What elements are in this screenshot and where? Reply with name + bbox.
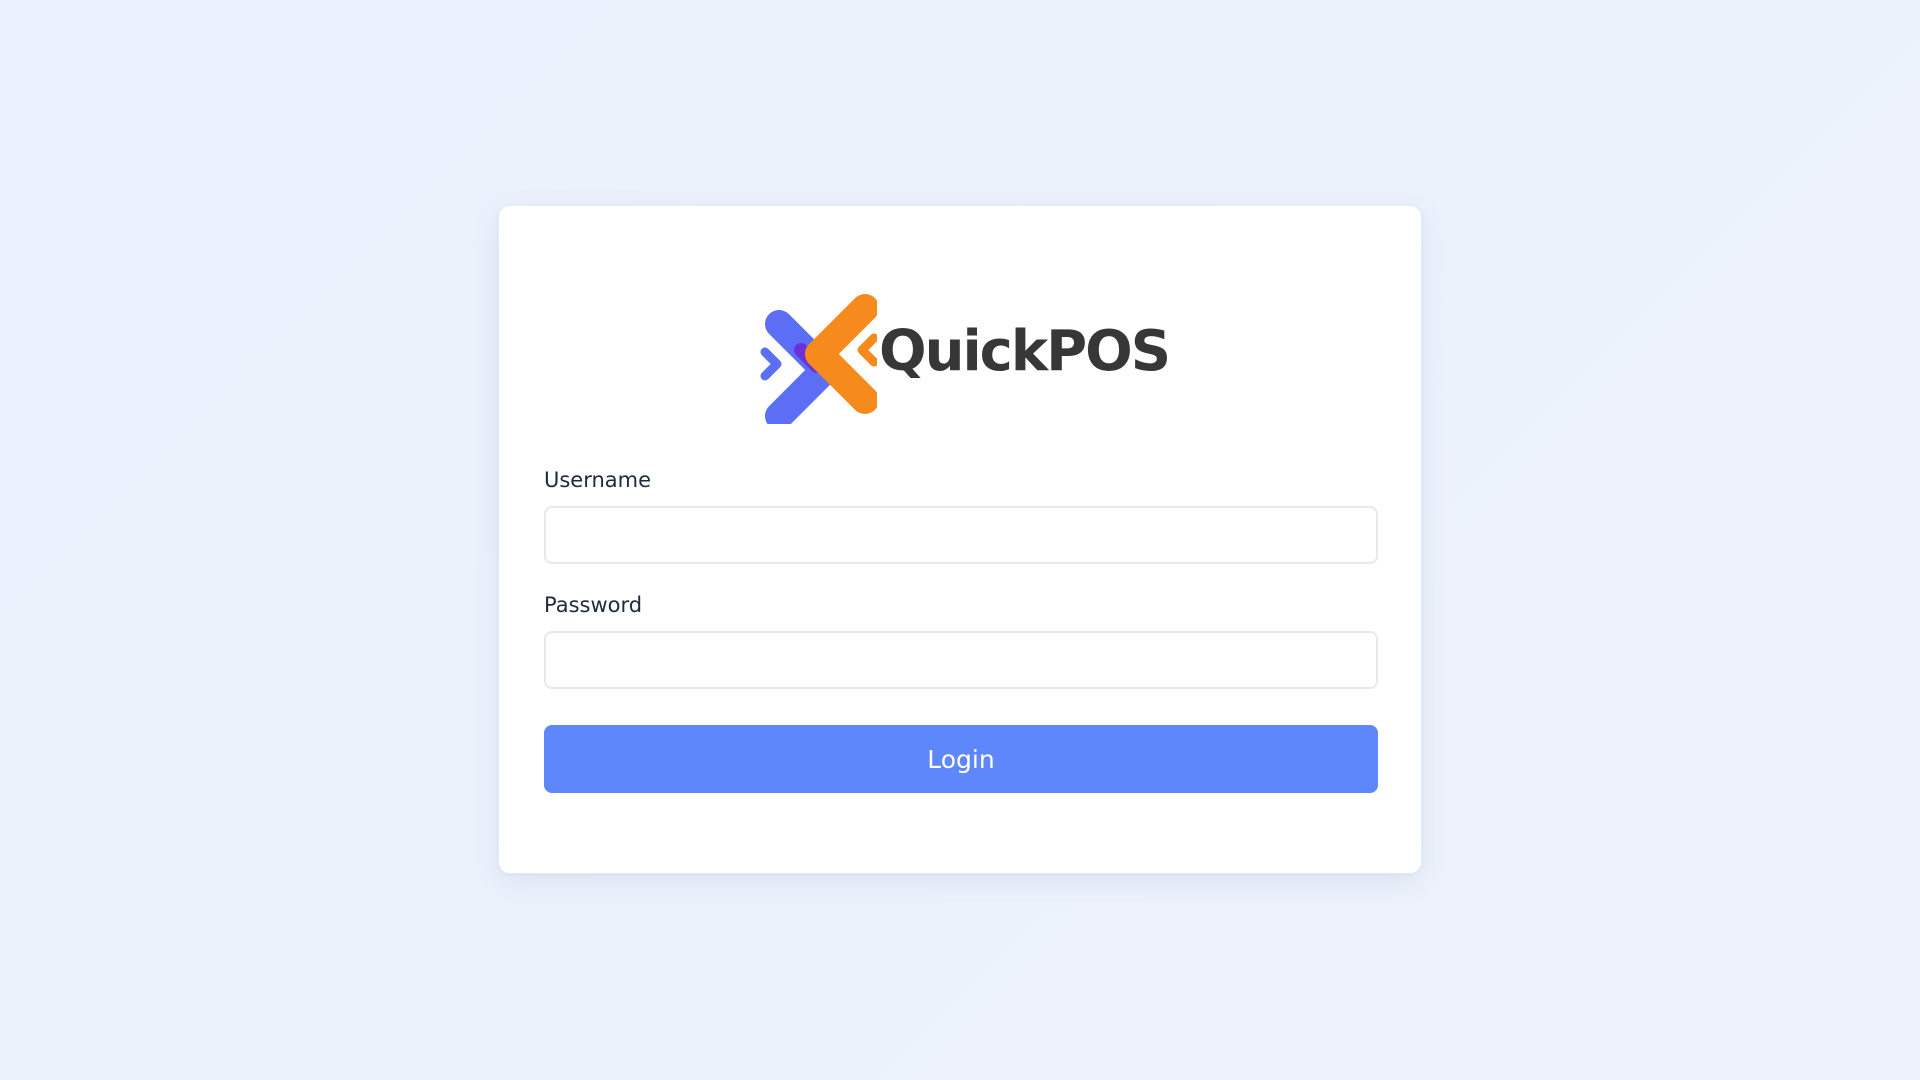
password-label: Password [544, 593, 643, 617]
login-button[interactable]: Login [544, 725, 1378, 793]
login-card: QuickPOS Username Password Login [498, 205, 1422, 874]
logo-text: QuickPOS [879, 318, 1171, 384]
quickpos-logo-icon [760, 294, 877, 424]
username-input[interactable] [544, 506, 1378, 564]
password-input[interactable] [544, 631, 1378, 689]
quickpos-logo: QuickPOS [757, 294, 1171, 424]
username-label: Username [544, 468, 652, 492]
